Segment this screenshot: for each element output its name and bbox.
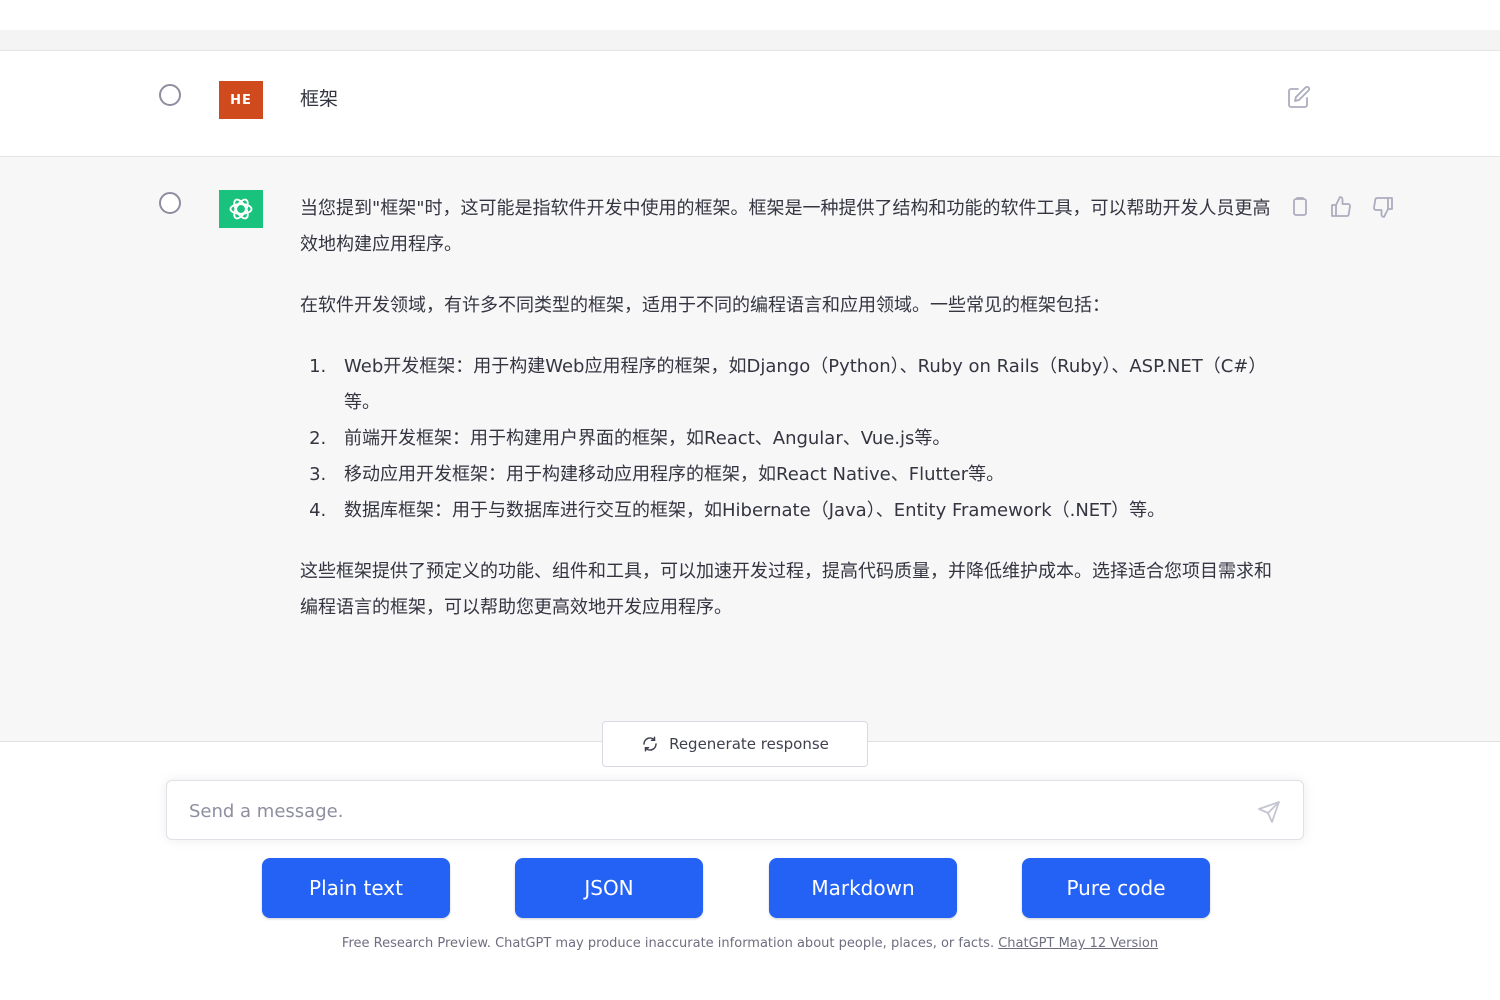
user-avatar: HE bbox=[219, 81, 263, 119]
openai-logo-icon bbox=[229, 198, 253, 220]
assistant-message-row: 当您提到"框架"时，这可能是指软件开发中使用的框架。框架是一种提供了结构和功能的… bbox=[0, 157, 1500, 742]
thumbs-up-icon[interactable] bbox=[1329, 195, 1353, 219]
avatar-initials: HE bbox=[230, 92, 252, 108]
assistant-avatar bbox=[219, 190, 263, 228]
framework-list: Web开发框架：用于构建Web应用程序的框架，如Django（Python）、R… bbox=[300, 349, 1275, 529]
json-button[interactable]: JSON bbox=[515, 858, 703, 918]
list-item: 前端开发框架：用于构建用户界面的框架，如React、Angular、Vue.js… bbox=[332, 421, 1275, 457]
user-message-text: 框架 bbox=[300, 88, 339, 110]
footer-text: Free Research Preview. ChatGPT may produ… bbox=[341, 936, 995, 951]
edit-icon[interactable] bbox=[1287, 85, 1311, 109]
assistant-conclusion: 这些框架提供了预定义的功能、组件和工具，可以加速开发过程，提高代码质量，并降低维… bbox=[300, 561, 1272, 618]
select-radio-user[interactable] bbox=[159, 84, 181, 106]
assistant-para2: 在软件开发领域，有许多不同类型的框架，适用于不同的编程语言和应用领域。一些常见的… bbox=[300, 295, 1110, 316]
refresh-icon bbox=[643, 736, 657, 752]
plain-text-button[interactable]: Plain text bbox=[262, 858, 450, 918]
select-radio-assistant[interactable] bbox=[159, 192, 181, 214]
markdown-button[interactable]: Markdown bbox=[769, 858, 957, 918]
user-message-row: HE 框架 bbox=[0, 51, 1500, 157]
assistant-intro: 当您提到"框架"时，这可能是指软件开发中使用的框架。框架是一种提供了结构和功能的… bbox=[300, 198, 1271, 255]
version-link[interactable]: ChatGPT May 12 Version bbox=[998, 936, 1158, 951]
assistant-message-text: 当您提到"框架"时，这可能是指软件开发中使用的框架。框架是一种提供了结构和功能的… bbox=[300, 191, 1275, 651]
regenerate-label: Regenerate response bbox=[669, 735, 829, 753]
list-item: Web开发框架：用于构建Web应用程序的框架，如Django（Python）、R… bbox=[332, 349, 1275, 421]
footer-disclaimer: Free Research Preview. ChatGPT may produ… bbox=[0, 936, 1500, 951]
thumbs-down-icon[interactable] bbox=[1371, 195, 1395, 219]
copy-icon[interactable] bbox=[1288, 195, 1312, 219]
message-composer bbox=[166, 780, 1304, 840]
send-icon[interactable] bbox=[1257, 800, 1281, 824]
list-item: 数据库框架：用于与数据库进行交互的框架，如Hibernate（Java）、Ent… bbox=[332, 493, 1275, 529]
top-divider-band bbox=[0, 30, 1500, 51]
regenerate-response-button[interactable]: Regenerate response bbox=[602, 721, 868, 767]
list-item: 移动应用开发框架：用于构建移动应用程序的框架，如React Native、Flu… bbox=[332, 457, 1275, 493]
top-bar bbox=[0, 0, 1500, 30]
message-input[interactable] bbox=[187, 795, 1231, 827]
pure-code-button[interactable]: Pure code bbox=[1022, 858, 1210, 918]
